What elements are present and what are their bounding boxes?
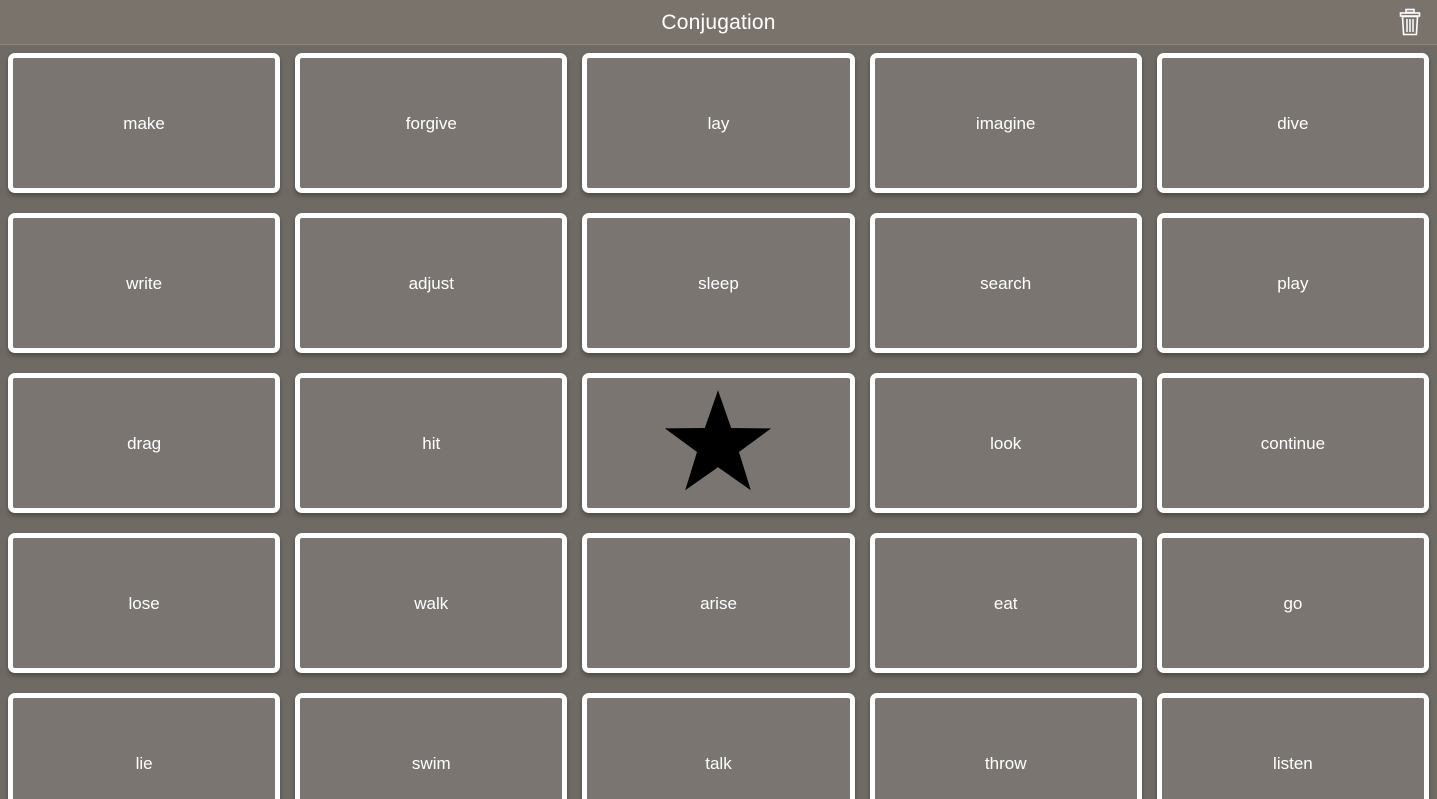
card-label: continue [1260, 433, 1326, 453]
card-label: lose [128, 593, 160, 613]
card-label: hit [422, 433, 441, 453]
card-talk[interactable]: talk [582, 693, 855, 799]
card-label: talk [705, 753, 732, 773]
card-search[interactable]: search [869, 213, 1142, 353]
titlebar: Conjugation [0, 0, 1437, 45]
card-label: make [123, 113, 165, 133]
card-label: look [990, 433, 1022, 453]
card-label: arise [700, 593, 737, 613]
card-adjust[interactable]: adjust [295, 213, 568, 353]
star-icon [662, 388, 774, 499]
card-label: dive [1277, 113, 1309, 133]
page-title: Conjugation [661, 10, 776, 34]
card-label: walk [414, 593, 449, 613]
card-label: play [1277, 273, 1309, 293]
card-lie[interactable]: lie [8, 693, 281, 799]
card-go[interactable]: go [1156, 533, 1429, 673]
card-look[interactable]: look [869, 373, 1142, 513]
card-label: forgive [405, 113, 457, 133]
card-label: lie [135, 753, 153, 773]
card-eat[interactable]: eat [869, 533, 1142, 673]
card-listen[interactable]: listen [1156, 693, 1429, 799]
card-throw[interactable]: throw [869, 693, 1142, 799]
card-label: lay [707, 113, 730, 133]
trash-button[interactable] [1393, 5, 1427, 39]
card-label: listen [1273, 753, 1313, 773]
card-walk[interactable]: walk [295, 533, 568, 673]
card-label: throw [984, 753, 1027, 773]
card-label: search [980, 273, 1032, 293]
card-label: imagine [975, 113, 1036, 133]
card-label: adjust [408, 273, 454, 293]
card-hit[interactable]: hit [295, 373, 568, 513]
card-lose[interactable]: lose [8, 533, 281, 673]
card-label: sleep [698, 273, 739, 293]
card-arise[interactable]: arise [582, 533, 855, 673]
card-label: write [126, 273, 163, 293]
card-continue[interactable]: continue [1156, 373, 1429, 513]
card-swim[interactable]: swim [295, 693, 568, 799]
card-drag[interactable]: drag [8, 373, 281, 513]
card-sleep[interactable]: sleep [582, 213, 855, 353]
card-label: drag [127, 433, 162, 453]
card-write[interactable]: write [8, 213, 281, 353]
card-make[interactable]: make [8, 53, 281, 193]
card-star-r3-c3[interactable] [582, 373, 855, 513]
card-label: go [1283, 593, 1303, 613]
app-window: Conjugation make forgive lay imagine dive wri… [0, 0, 1437, 799]
card-forgive[interactable]: forgive [295, 53, 568, 193]
card-play[interactable]: play [1156, 213, 1429, 353]
card-label: swim [411, 753, 451, 773]
card-label: eat [993, 593, 1018, 613]
trash-icon [1398, 8, 1422, 36]
card-imagine[interactable]: imagine [869, 53, 1142, 193]
card-lay[interactable]: lay [582, 53, 855, 193]
card-dive[interactable]: dive [1156, 53, 1429, 193]
card-grid: make forgive lay imagine dive write adjust slee… [0, 45, 1437, 799]
